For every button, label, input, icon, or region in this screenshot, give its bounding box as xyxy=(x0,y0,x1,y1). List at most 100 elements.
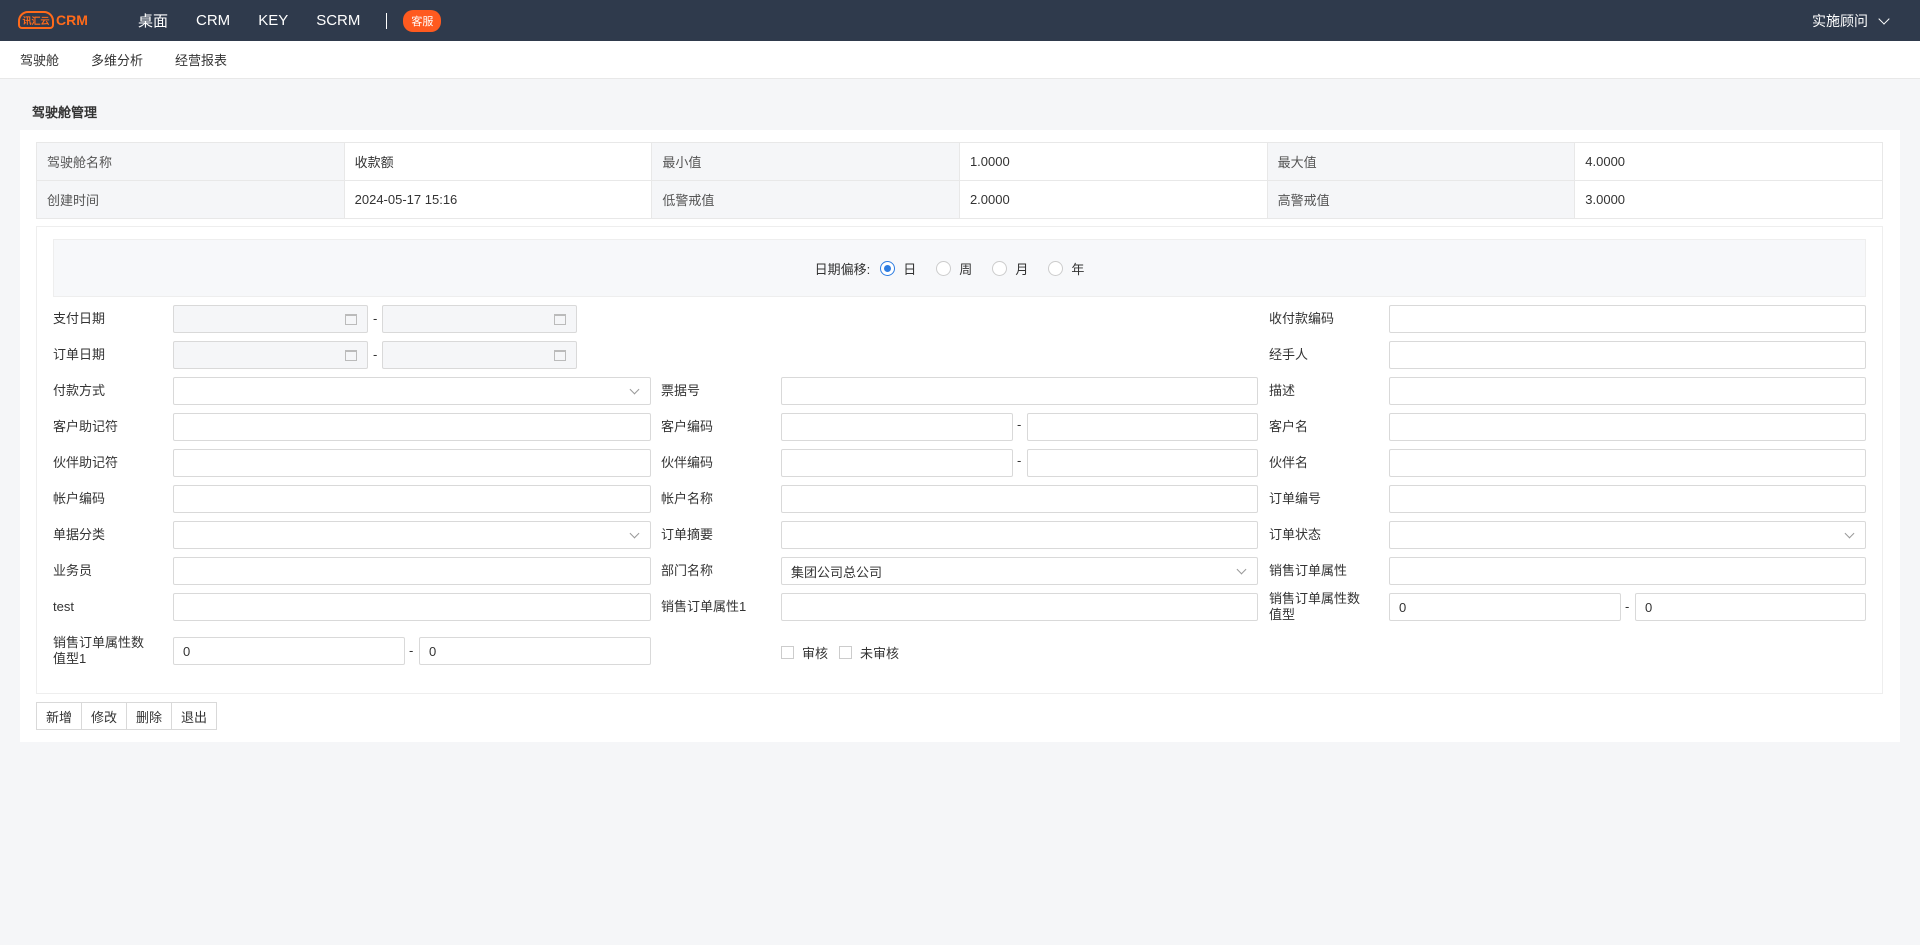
test-input[interactable] xyxy=(173,593,651,621)
radio-year[interactable]: 年 xyxy=(1048,259,1084,278)
service-badge[interactable]: 客服 xyxy=(403,9,442,32)
edit-button[interactable]: 修改 xyxy=(81,702,128,730)
calendar-icon xyxy=(554,350,566,361)
logo-text: CRM xyxy=(56,12,88,28)
order-summary-input[interactable] xyxy=(781,521,1258,549)
order-no-input[interactable] xyxy=(1389,485,1866,513)
checkbox-label: 未审核 xyxy=(860,646,900,661)
label-line: 销售订单属性数 xyxy=(53,635,145,650)
partner-name-label: 伙伴名 xyxy=(1269,455,1309,470)
checkbox-icon xyxy=(839,646,852,659)
partner-mnemonic-input[interactable] xyxy=(173,449,651,477)
nav-crm[interactable]: CRM xyxy=(196,12,230,29)
logo-mark: 讯汇云 xyxy=(18,11,54,29)
bill-no-input[interactable] xyxy=(781,377,1258,405)
info-label: 创建时间 xyxy=(36,180,345,219)
radio-week[interactable]: 周 xyxy=(936,259,972,278)
chevron-down-icon xyxy=(1844,528,1855,539)
nav-desktop[interactable]: 桌面 xyxy=(138,10,168,31)
order-date-start[interactable] xyxy=(173,341,368,369)
approved-checkbox[interactable]: 审核 xyxy=(781,643,828,662)
calendar-icon xyxy=(345,350,357,361)
radio-checked-icon xyxy=(880,260,896,276)
chevron-down-icon xyxy=(1236,564,1247,575)
info-label: 低警戒值 xyxy=(651,180,960,219)
partner-code-from[interactable] xyxy=(781,449,1013,477)
pay-date-start[interactable] xyxy=(173,305,368,333)
customer-code-from[interactable] xyxy=(781,413,1013,441)
sales-attr-num1-to[interactable]: 0 xyxy=(419,637,651,665)
user-menu[interactable]: 实施顾问 xyxy=(1812,0,1890,41)
exit-button[interactable]: 退出 xyxy=(171,702,218,730)
account-code-label: 帐户编码 xyxy=(53,491,106,506)
partner-code-to[interactable] xyxy=(1027,449,1258,477)
partner-code-label: 伙伴编码 xyxy=(661,455,714,470)
bill-no-label: 票据号 xyxy=(661,383,701,398)
range-dash: - xyxy=(1017,417,1022,432)
logo[interactable]: 讯汇云 CRM xyxy=(18,9,93,31)
handler-input[interactable] xyxy=(1389,341,1866,369)
info-label: 高警戒值 xyxy=(1266,180,1576,219)
sales-attr-num-to[interactable]: 0 xyxy=(1635,593,1866,621)
sales-attr-num1-from[interactable]: 0 xyxy=(173,637,405,665)
range-dash: - xyxy=(1017,453,1022,468)
order-no-label: 订单编号 xyxy=(1269,491,1322,506)
radio-icon xyxy=(936,260,952,276)
sales-attr1-input[interactable] xyxy=(781,593,1258,621)
dept-name-select[interactable]: 集团公司总公司 xyxy=(781,557,1258,585)
chevron-down-icon xyxy=(629,384,640,395)
table-row: 创建时间 2024-05-17 15:16 低警戒值 2.0000 高警戒值 3… xyxy=(36,180,1883,219)
top-nav: 桌面 CRM KEY SCRM 客服 xyxy=(138,0,442,41)
add-button[interactable]: 新增 xyxy=(36,702,83,730)
receipt-code-input[interactable] xyxy=(1389,305,1866,333)
info-table: 驾驶舱名称 收款额 最小值 1.0000 最大值 4.0000 创建时间 202… xyxy=(36,142,1883,219)
main-panel: 驾驶舱名称 收款额 最小值 1.0000 最大值 4.0000 创建时间 202… xyxy=(20,130,1900,742)
subnav-reports[interactable]: 经营报表 xyxy=(175,50,227,69)
info-label: 最小值 xyxy=(651,142,960,181)
sales-attr-num1-label: 销售订单属性数 值型1 xyxy=(53,635,144,667)
sales-attr-num-from[interactable]: 0 xyxy=(1389,593,1621,621)
account-code-input[interactable] xyxy=(173,485,651,513)
info-value: 2.0000 xyxy=(958,180,1268,219)
calendar-icon xyxy=(554,314,566,325)
range-dash: - xyxy=(409,643,414,658)
subnav-cockpit[interactable]: 驾驶舱 xyxy=(20,50,59,69)
radio-label: 年 xyxy=(1071,261,1085,277)
sales-attr-label: 销售订单属性 xyxy=(1269,563,1348,578)
table-row: 驾驶舱名称 收款额 最小值 1.0000 最大值 4.0000 xyxy=(36,142,1883,181)
info-value: 3.0000 xyxy=(1574,180,1883,219)
pay-method-select[interactable] xyxy=(173,377,651,405)
radio-day[interactable]: 日 xyxy=(880,259,916,278)
order-summary-label: 订单摘要 xyxy=(661,527,714,542)
radio-label: 周 xyxy=(959,261,973,277)
info-label: 最大值 xyxy=(1266,142,1576,181)
subnav-analysis[interactable]: 多维分析 xyxy=(91,50,143,69)
pay-date-end[interactable] xyxy=(382,305,577,333)
radio-month[interactable]: 月 xyxy=(992,259,1028,278)
unapproved-checkbox[interactable]: 未审核 xyxy=(839,643,899,662)
sales-attr-input[interactable] xyxy=(1389,557,1866,585)
doc-category-select[interactable] xyxy=(173,521,651,549)
info-value: 1.0000 xyxy=(958,142,1268,181)
customer-mnemonic-input[interactable] xyxy=(173,413,651,441)
action-buttons: 新增 修改 删除 退出 xyxy=(36,702,218,730)
customer-name-input[interactable] xyxy=(1389,413,1866,441)
date-offset-label: 日期偏移: xyxy=(814,261,871,277)
partner-name-input[interactable] xyxy=(1389,449,1866,477)
order-status-select[interactable] xyxy=(1389,521,1866,549)
order-status-label: 订单状态 xyxy=(1269,527,1322,542)
customer-name-label: 客户名 xyxy=(1269,419,1309,434)
order-date-end[interactable] xyxy=(382,341,577,369)
account-name-input[interactable] xyxy=(781,485,1258,513)
label-line: 值型 xyxy=(1269,607,1296,622)
delete-button[interactable]: 删除 xyxy=(126,702,173,730)
account-name-label: 帐户名称 xyxy=(661,491,714,506)
radio-label: 月 xyxy=(1015,261,1029,277)
customer-code-to[interactable] xyxy=(1027,413,1258,441)
salesman-input[interactable] xyxy=(173,557,651,585)
partner-mnemonic-label: 伙伴助记符 xyxy=(53,455,119,470)
range-dash: - xyxy=(373,311,378,326)
nav-scrm[interactable]: SCRM xyxy=(316,12,360,29)
description-input[interactable] xyxy=(1389,377,1866,405)
nav-key[interactable]: KEY xyxy=(258,12,288,29)
